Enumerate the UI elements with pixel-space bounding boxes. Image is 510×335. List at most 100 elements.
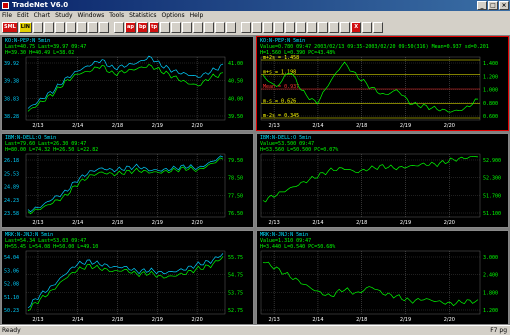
maximize-button[interactable]: □	[488, 1, 498, 10]
x-tick-label: 2/19	[400, 220, 411, 226]
panel-header-line3: H=80.00 L=74.32 H=26.50 L=22.82	[5, 147, 99, 153]
menu-statistics[interactable]: Statistics	[129, 11, 156, 21]
toolbar-button-27[interactable]	[318, 22, 329, 33]
toolbar-button-26[interactable]	[307, 22, 318, 33]
toolbar: SML LIN ap bp tp X	[0, 21, 510, 34]
toolbar-button-23[interactable]	[274, 22, 285, 33]
menu-windows[interactable]: Windows	[78, 11, 105, 21]
series-line-jnj-n	[27, 253, 224, 309]
toolbar-button-11[interactable]: bp	[136, 22, 149, 33]
y-tick-label-left: 23.58	[4, 211, 19, 217]
menu-tools[interactable]: Tools	[109, 11, 124, 21]
menu-options[interactable]: Options	[162, 11, 185, 21]
menu-file[interactable]: File	[2, 11, 12, 21]
plot-frame	[25, 153, 226, 218]
x-tick-label: 2/18	[112, 317, 123, 323]
toolbar-button-0[interactable]: SML	[2, 22, 18, 33]
chart-panel-ibm-dell-ratio[interactable]: 2/13 2/14 2/18 2/19 2/20 52.900 52.300 51.700 51…	[256, 133, 509, 228]
x-tick-label: 2/13	[269, 317, 280, 323]
toolbar-button-19[interactable]	[226, 22, 237, 33]
menu-chart[interactable]: Chart	[34, 11, 51, 21]
app-window: TradeNet V6.0 _ □ × File Edit Chart Study Wi…	[0, 0, 510, 334]
y-tick-label-left: 26.18	[4, 158, 19, 164]
title-bar[interactable]: TradeNet V6.0 _ □ ×	[0, 0, 510, 11]
y-tick-label-right: 1.400	[483, 61, 498, 67]
toolbar-button-5[interactable]	[66, 22, 76, 33]
panel-header: KO:N-PEP:N 5min Value=0.780 09:47 2003/02…	[260, 38, 489, 56]
toolbar-button-22[interactable]	[263, 22, 274, 33]
x-tick-label: 2/18	[356, 220, 367, 226]
chart-panel-ibm-dell[interactable]: 2/13 2/14 2/18 2/19 2/20 79.50 78.50 77.50 76.50…	[1, 133, 254, 228]
chart-panel-ko-pep[interactable]: 2/13 2/14 2/18 2/19 2/20 41.00 40.50 40.00 39.50…	[1, 36, 254, 131]
toolbar-button-15[interactable]	[182, 22, 193, 33]
toolbar-button-24[interactable]	[285, 22, 296, 33]
y-tick-label-right: 51.100	[483, 211, 501, 217]
chart-panel-mrk-jnj-ratio[interactable]: 2/13 2/14 2/18 2/19 2/20 3.000 2.400 1.800 1.200…	[256, 230, 509, 325]
series-line-ibm-n	[27, 157, 224, 215]
y-tick-label-left: 50.23	[4, 308, 19, 314]
y-tick-label-right: 1.200	[483, 74, 498, 80]
status-bar: Ready F7 pg	[0, 325, 510, 334]
toolbar-button-25[interactable]	[296, 22, 307, 33]
series-line-pep-n	[27, 55, 224, 109]
y-tick-label-left: 24.23	[4, 198, 19, 204]
toolbar-button-12[interactable]: tp	[149, 22, 160, 33]
y-tick-label-left: 51.10	[4, 295, 19, 301]
y-tick-label-left: 53.06	[4, 268, 19, 274]
toolbar-button-18[interactable]	[215, 22, 226, 33]
panel-header: MRK:N-JNJ:N 5min Last=54.34 Last=53.03 09…	[5, 232, 98, 250]
y-tick-label-right: 0.600	[483, 114, 498, 120]
toolbar-button-10[interactable]: ap	[125, 22, 136, 33]
menu-study[interactable]: Study	[55, 11, 72, 21]
toolbar-button-7[interactable]	[88, 22, 98, 33]
toolbar-button-29[interactable]	[340, 22, 351, 33]
panel-header-line3: H=3.440 L=0.540 PC=50.68%	[260, 244, 336, 250]
toolbar-button-16[interactable]	[193, 22, 204, 33]
y-tick-label-right: 55.75	[228, 255, 243, 261]
toolbar-button-30[interactable]: X	[351, 22, 362, 33]
toolbar-button-21[interactable]	[252, 22, 263, 33]
window-title: TradeNet V6.0	[12, 1, 69, 9]
toolbar-button-1[interactable]: LIN	[18, 22, 32, 33]
chart-panel-ko-pep-ratio[interactable]: 2/13 2/14 2/18 2/19 2/20 1.400 1.200 1.000 0.800…	[256, 36, 509, 131]
toolbar-button-31[interactable]	[362, 22, 373, 33]
toolbar-button-2[interactable]	[33, 22, 43, 33]
y-tick-label-left: 38.83	[4, 96, 19, 102]
status-text: Ready	[2, 327, 21, 334]
x-tick-label: 2/18	[356, 317, 367, 323]
x-tick-label: 2/18	[112, 220, 123, 226]
chart-panel-mrk-jnj[interactable]: 2/13 2/14 2/18 2/19 2/20 55.75 54.75 53.75 52.75…	[1, 230, 254, 325]
x-tick-label: 2/20	[444, 220, 455, 226]
x-tick-label: 2/13	[32, 220, 43, 226]
toolbar-button-13[interactable]	[160, 22, 171, 33]
y-tick-label-left: 24.89	[4, 185, 19, 191]
toolbar-button-28[interactable]	[329, 22, 340, 33]
menu-edit[interactable]: Edit	[17, 11, 29, 21]
toolbar-button-32[interactable]	[373, 22, 384, 33]
toolbar-button-20[interactable]	[241, 22, 252, 33]
panel-header-line3: H=55.45 L=54.08 H=50.00 L=49.10	[5, 244, 99, 250]
band-label: Mean = 0.937	[263, 84, 299, 90]
x-tick-label: 2/13	[32, 123, 43, 129]
y-tick-label-right: 53.75	[228, 290, 243, 296]
y-tick-label-right: 54.75	[228, 273, 243, 279]
toolbar-button-17[interactable]	[204, 22, 215, 33]
toolbar-button-6[interactable]	[77, 22, 87, 33]
toolbar-button-4[interactable]	[55, 22, 65, 33]
toolbar-button-9[interactable]	[114, 22, 124, 33]
minimize-button[interactable]: _	[477, 1, 487, 10]
y-tick-label-right: 51.700	[483, 193, 501, 199]
close-button[interactable]: ×	[499, 1, 509, 10]
toolbar-button-14[interactable]	[171, 22, 182, 33]
toolbar-button-3[interactable]	[44, 22, 54, 33]
panel-header: KO:N-PEP:N 5min Last=40.75 Last=39.97 09:…	[5, 38, 86, 56]
toolbar-button-8[interactable]	[99, 22, 109, 33]
x-tick-label: 2/18	[112, 123, 123, 129]
y-tick-label-right: 0.800	[483, 101, 498, 107]
series-line-ko-n	[27, 63, 224, 112]
y-tick-label-right: 2.400	[483, 273, 498, 279]
y-tick-label-right: 41.00	[228, 61, 243, 67]
menu-help[interactable]: Help	[190, 11, 204, 21]
y-tick-label-right: 3.000	[483, 255, 498, 261]
y-tick-label-right: 1.200	[483, 308, 498, 314]
